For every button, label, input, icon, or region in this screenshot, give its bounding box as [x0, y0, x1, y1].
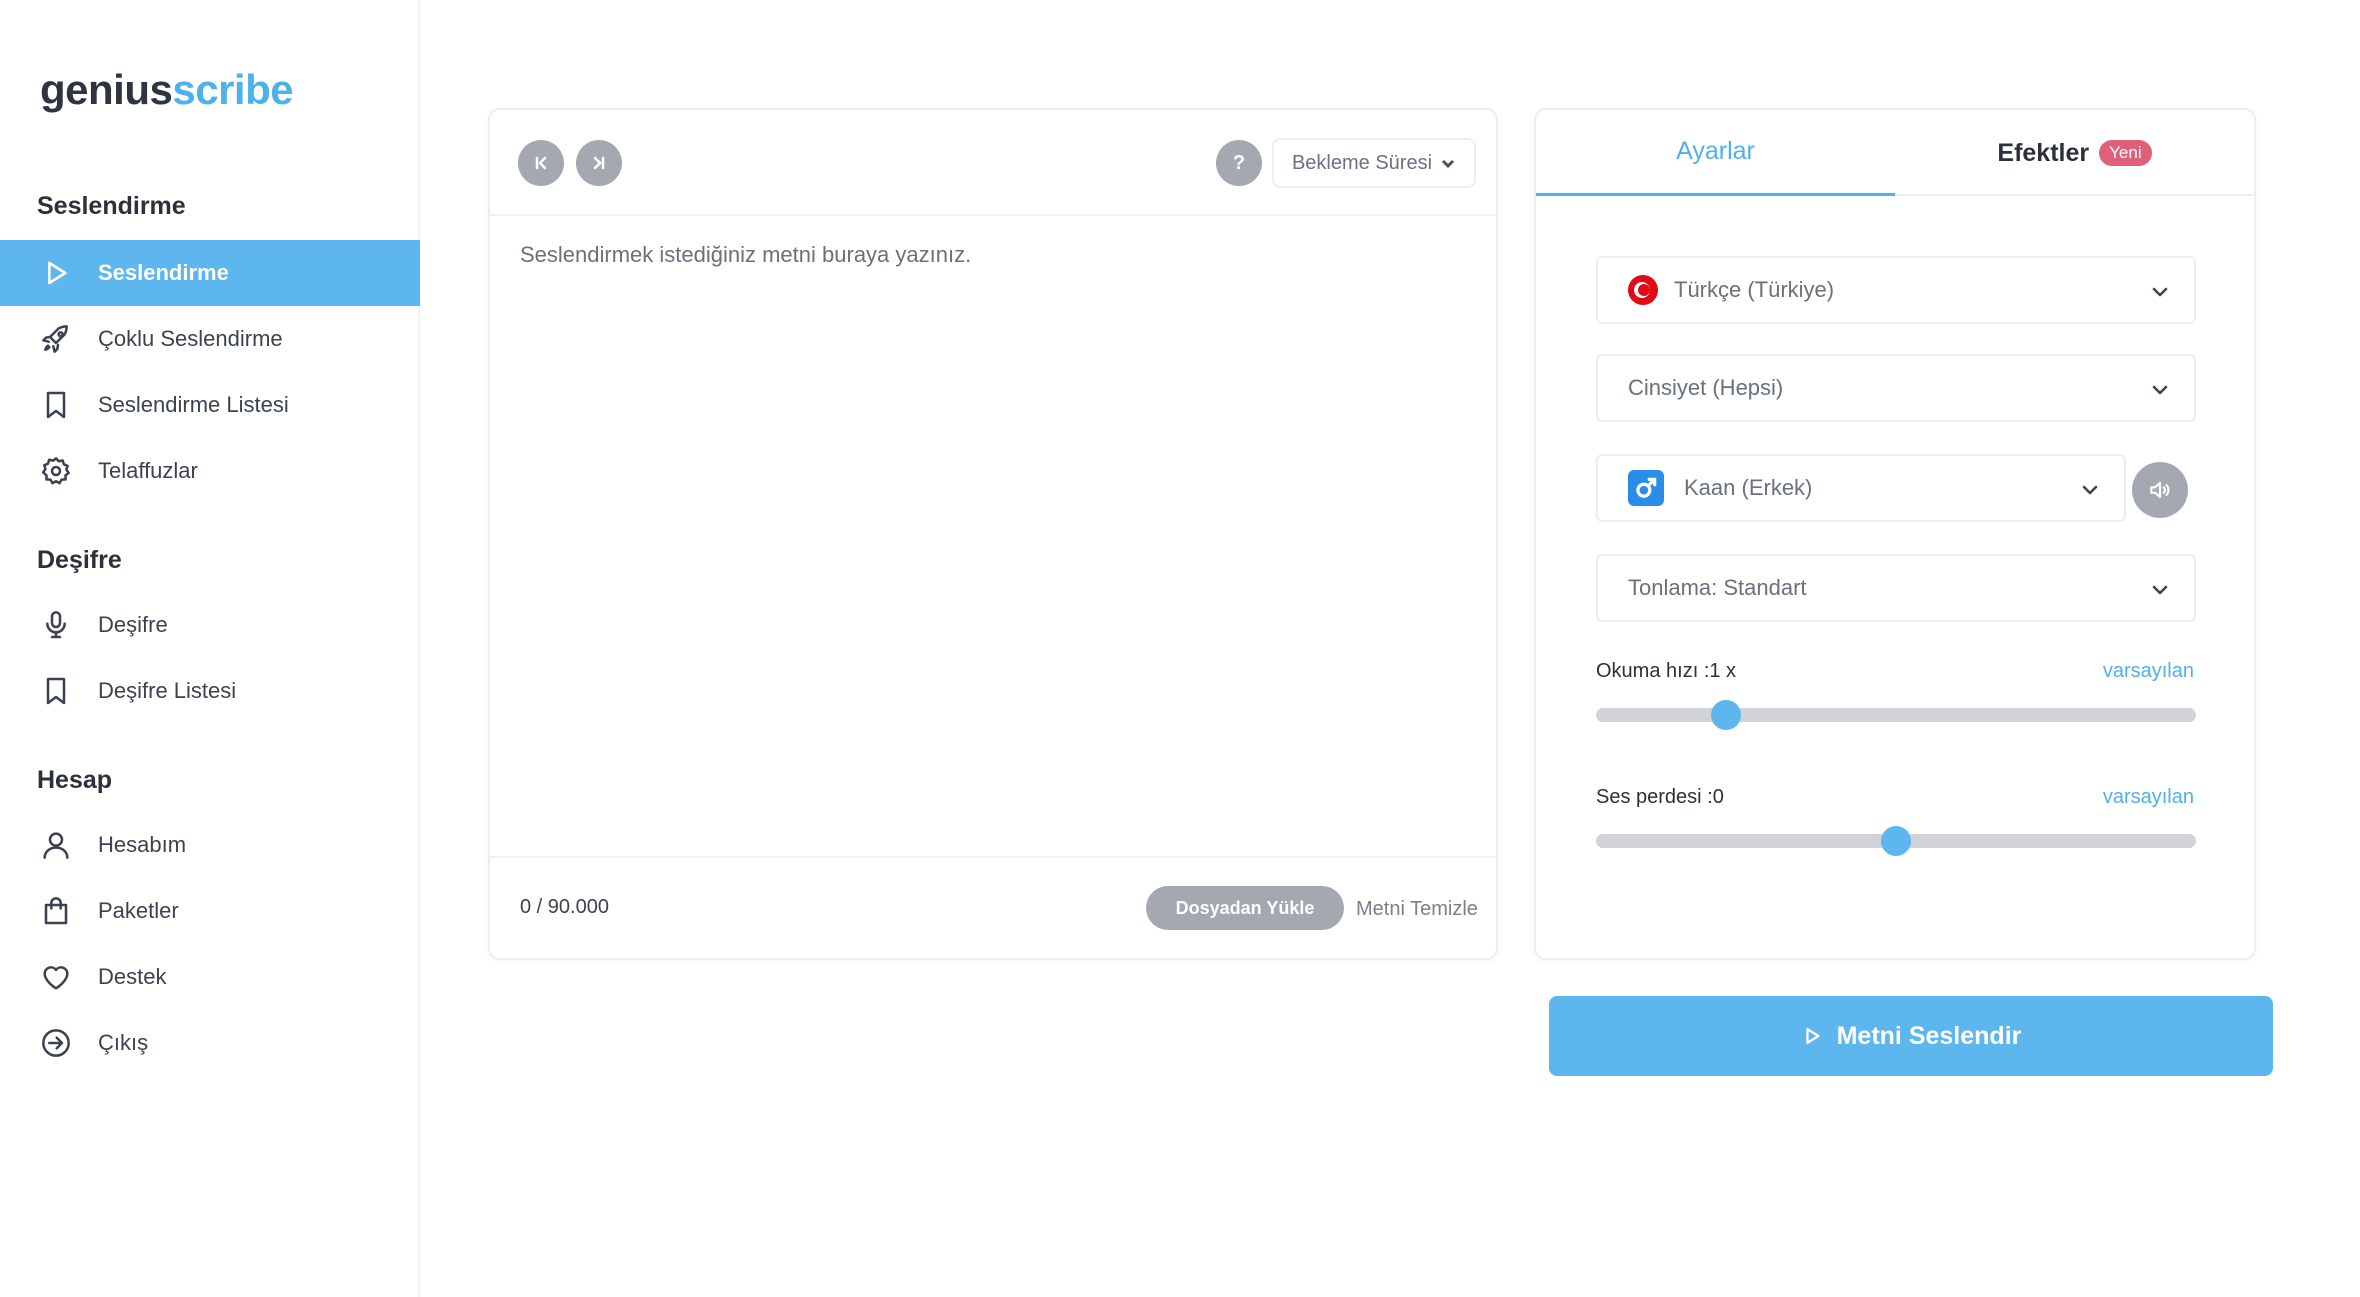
- microphone-icon: [38, 607, 74, 643]
- sidebar-item-label: Çoklu Seslendirme: [98, 326, 283, 351]
- user-icon: [38, 827, 74, 863]
- shopping-bag-icon: [38, 893, 74, 929]
- sidebar-item-label: Seslendirme: [98, 260, 229, 285]
- sidebar-item-label: Hesabım: [98, 832, 187, 857]
- tab-effects-label: Efektler: [1997, 138, 2090, 167]
- sidebar-item-label: Deşifre: [98, 612, 168, 637]
- sidebar-item-cikis[interactable]: Çıkış: [0, 1010, 420, 1076]
- upload-file-button[interactable]: Dosyadan Yükle: [1146, 886, 1344, 930]
- bookmark-icon: [38, 673, 74, 709]
- settings-tabs: Ayarlar Efektler Yeni: [1536, 110, 2254, 196]
- editor-toolbar: ? Bekleme Süresi: [490, 110, 1496, 216]
- logo-text-scribe: scribe: [172, 66, 294, 113]
- sidebar-item-seslendirme-listesi[interactable]: Seslendirme Listesi: [0, 372, 420, 438]
- editor-footer: 0 / 90.000 Dosyadan Yükle Metni Temizle: [490, 856, 1496, 958]
- play-icon: [38, 255, 74, 291]
- sidebar-item-telaffuzlar[interactable]: Telaffuzlar: [0, 438, 420, 504]
- chevron-down-icon: [1441, 159, 1455, 169]
- section-title-desifre: Deşifre: [37, 546, 122, 574]
- wait-time-label: Bekleme Süresi: [1291, 151, 1433, 174]
- male-icon: [1628, 470, 1664, 506]
- sidebar-item-hesabim[interactable]: Hesabım: [0, 812, 420, 878]
- logo-text-genius: genius: [40, 66, 173, 113]
- tab-effects[interactable]: Efektler Yeni: [1895, 110, 2254, 196]
- text-input[interactable]: [520, 242, 1460, 842]
- new-badge: Yeni: [2099, 140, 2152, 166]
- section-title-seslendirme: Seslendirme: [37, 192, 186, 220]
- voice-select[interactable]: Kaan (Erkek): [1596, 454, 2126, 522]
- section-title-hesap: Hesap: [37, 766, 113, 794]
- sidebar-item-destek[interactable]: Destek: [0, 944, 420, 1010]
- speak-text-button[interactable]: Metni Seslendir: [1549, 996, 2273, 1076]
- settings-card: Ayarlar Efektler Yeni Türkçe (Türkiye) C…: [1534, 108, 2256, 960]
- sidebar: genius scribe Seslendirme Seslendirme Çok…: [0, 0, 420, 1297]
- previous-button[interactable]: [518, 140, 564, 186]
- text-editor-card: ? Bekleme Süresi 0 / 90.000 Dosyadan Yük…: [488, 108, 1498, 960]
- heart-icon: [38, 959, 74, 995]
- language-select[interactable]: Türkçe (Türkiye): [1596, 256, 2196, 324]
- rocket-icon: [38, 321, 74, 357]
- skip-forward-icon: [593, 156, 605, 170]
- intonation-select[interactable]: Tonlama: Standart: [1596, 554, 2196, 622]
- speed-label: Okuma hızı :1 x: [1596, 660, 1737, 682]
- help-button[interactable]: ?: [1216, 140, 1262, 186]
- tab-settings[interactable]: Ayarlar: [1536, 110, 1895, 196]
- chevron-down-icon: [2150, 580, 2170, 600]
- speed-slider-thumb[interactable]: [1711, 700, 1742, 730]
- clear-text-button[interactable]: Metni Temizle: [1356, 898, 1478, 921]
- preview-voice-button[interactable]: [2132, 462, 2188, 518]
- sidebar-item-seslendirme[interactable]: Seslendirme: [0, 240, 420, 306]
- sidebar-item-label: Telaffuzlar: [98, 458, 198, 483]
- skip-back-icon: [535, 156, 547, 170]
- speak-text-label: Metni Seslendir: [1836, 1021, 2022, 1050]
- play-icon: [1805, 1027, 1820, 1045]
- sidebar-item-label: Çıkış: [98, 1030, 149, 1055]
- character-counter: 0 / 90.000: [520, 896, 609, 918]
- speed-slider[interactable]: [1596, 700, 2196, 730]
- pitch-label: Ses perdesi :0: [1596, 786, 1724, 808]
- speaker-icon: [2150, 481, 2170, 499]
- gender-select[interactable]: Cinsiyet (Hepsi): [1596, 354, 2196, 422]
- sidebar-item-label: Paketler: [98, 898, 179, 923]
- intonation-value: Tonlama: Standart: [1628, 575, 1807, 600]
- gear-icon: [38, 453, 74, 489]
- logout-icon: [38, 1025, 74, 1061]
- gender-value: Cinsiyet (Hepsi): [1628, 375, 1784, 400]
- pitch-slider[interactable]: [1596, 826, 2196, 856]
- sidebar-item-label: Deşifre Listesi: [98, 678, 237, 703]
- bookmark-icon: [38, 387, 74, 423]
- turkey-flag-icon: [1628, 275, 1658, 305]
- sidebar-item-label: Seslendirme Listesi: [98, 392, 289, 417]
- pitch-slider-thumb[interactable]: [1881, 826, 1911, 856]
- chevron-down-icon: [2150, 380, 2170, 400]
- wait-time-dropdown[interactable]: Bekleme Süresi: [1272, 138, 1476, 188]
- language-value: Türkçe (Türkiye): [1674, 277, 1835, 302]
- chevron-down-icon: [2080, 480, 2100, 500]
- sidebar-item-desifre-listesi[interactable]: Deşifre Listesi: [0, 658, 420, 724]
- sidebar-item-desifre[interactable]: Deşifre: [0, 592, 420, 658]
- speed-default-button[interactable]: varsayılan: [2103, 660, 2194, 683]
- sidebar-item-label: Destek: [98, 964, 167, 989]
- sidebar-item-coklu-seslendirme[interactable]: Çoklu Seslendirme: [0, 306, 420, 372]
- sidebar-item-paketler[interactable]: Paketler: [0, 878, 420, 944]
- chevron-down-icon: [2150, 282, 2170, 302]
- voice-value: Kaan (Erkek): [1684, 475, 1813, 500]
- pitch-default-button[interactable]: varsayılan: [2103, 786, 2194, 809]
- next-button[interactable]: [576, 140, 622, 186]
- logo[interactable]: genius scribe: [40, 66, 294, 126]
